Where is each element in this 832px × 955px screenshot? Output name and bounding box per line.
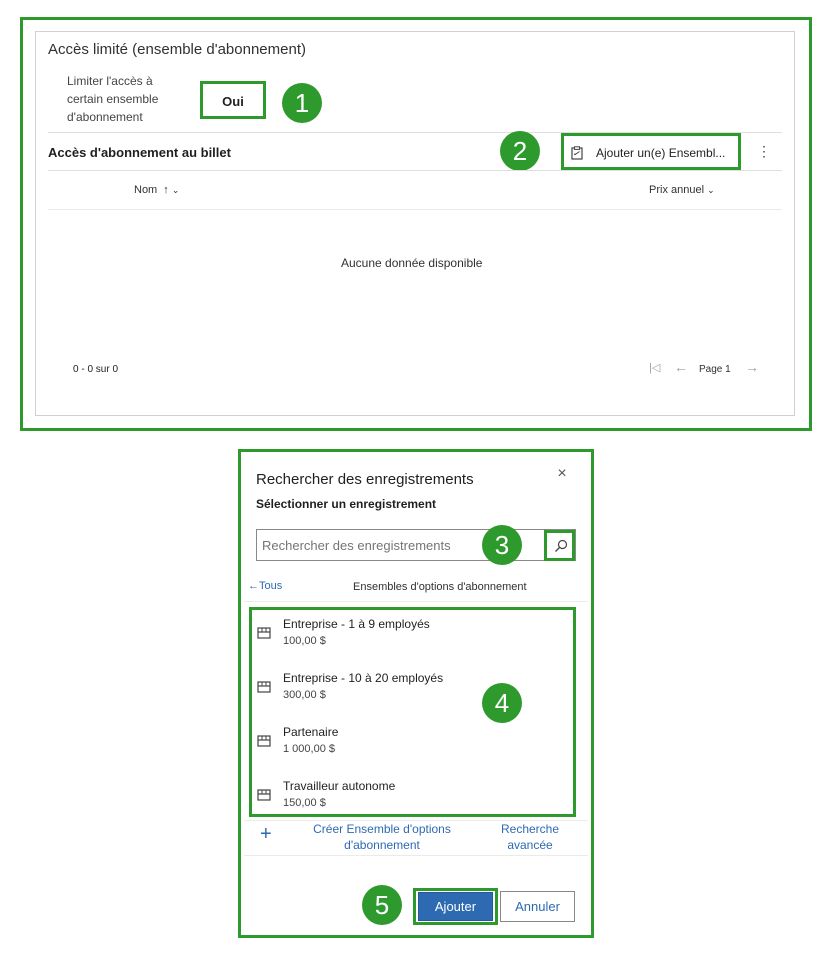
back-to-all-link[interactable]: ←Tous: [248, 580, 282, 592]
create-new-label: Créer Ensemble d'options d'abonnement: [313, 822, 451, 852]
first-page-icon[interactable]: |◁: [649, 361, 660, 374]
clipboard-icon: [571, 146, 583, 160]
entity-section-title: Ensembles d'options d'abonnement: [353, 581, 527, 593]
list-item[interactable]: Travailleur autonome 150,00 $: [256, 776, 476, 816]
search-button[interactable]: [544, 530, 575, 561]
grid-header-divider: [48, 209, 782, 210]
chevron-down-icon: ⌄: [171, 185, 180, 195]
add-button[interactable]: Ajouter: [418, 892, 493, 921]
close-icon[interactable]: ×: [554, 466, 570, 482]
column-header-annual-price[interactable]: Prix annuel ⌄: [649, 184, 715, 196]
cancel-button[interactable]: Annuler: [500, 891, 575, 922]
limit-access-label: Limiter l'accès à certain ensemble d'abo…: [67, 74, 159, 124]
add-subscription-set-button[interactable]: Ajouter un(e) Ensembl...: [561, 133, 741, 170]
more-options-icon[interactable]: ⋮: [757, 142, 771, 162]
back-arrow-icon: ←: [248, 580, 259, 592]
subscription-set-icon: [257, 789, 271, 801]
limit-access-toggle[interactable]: Oui: [200, 81, 266, 119]
list-item[interactable]: Entreprise - 1 à 9 employés 100,00 $: [256, 614, 476, 654]
dialog-subtitle: Sélectionner un enregistrement: [256, 497, 437, 511]
empty-grid-message: Aucune donnée disponible: [341, 256, 483, 270]
subscription-set-icon: [257, 627, 271, 639]
search-field[interactable]: [256, 529, 576, 561]
subscription-set-icon: [257, 735, 271, 747]
record-name: Entreprise - 1 à 9 employés: [283, 617, 430, 631]
record-name: Entreprise - 10 à 20 employés: [283, 671, 444, 685]
limit-access-value: Oui: [222, 94, 244, 109]
add-subscription-set-label: Ajouter un(e) Ensembl...: [596, 146, 726, 160]
plus-icon: +: [260, 823, 272, 845]
column-header-name[interactable]: Nom ↑ ⌄: [134, 184, 179, 196]
list-item[interactable]: Entreprise - 10 à 20 employés 300,00 $: [256, 668, 476, 708]
record-name: Partenaire: [283, 725, 339, 739]
next-page-icon[interactable]: →: [745, 359, 759, 375]
subgrid-title: Accès d'abonnement au billet: [48, 145, 231, 160]
callout-1: 1: [282, 83, 322, 123]
record-price: 100,00 $: [283, 635, 326, 647]
page-indicator: Page 1: [699, 364, 731, 375]
section-title: Accès limité (ensemble d'abonnement): [48, 41, 306, 58]
subscription-set-icon: [257, 681, 271, 693]
record-count: 0 - 0 sur 0: [73, 364, 119, 375]
chevron-down-icon: ⌄: [707, 185, 715, 195]
divider: [48, 170, 782, 171]
record-price: 150,00 $: [283, 797, 326, 809]
search-icon: [555, 539, 568, 552]
divider: [244, 855, 588, 856]
callout-5: 5: [362, 885, 402, 925]
record-name: Travailleur autonome: [283, 779, 396, 793]
callout-3: 3: [482, 525, 522, 565]
list-item[interactable]: Partenaire 1 000,00 $: [256, 722, 476, 762]
callout-4: 4: [482, 683, 522, 723]
advanced-search-link[interactable]: Recherche avancée: [492, 821, 568, 853]
record-price: 1 000,00 $: [283, 743, 335, 755]
dialog-title: Rechercher des enregistrements: [256, 471, 474, 488]
sort-ascending-icon: ↑: [163, 184, 169, 196]
previous-page-icon[interactable]: ←: [674, 359, 688, 375]
record-price: 300,00 $: [283, 689, 326, 701]
create-new-button[interactable]: + Créer Ensemble d'options d'abonnement: [258, 820, 458, 854]
callout-2: 2: [500, 131, 540, 171]
divider: [244, 601, 588, 602]
search-input[interactable]: [262, 536, 492, 554]
